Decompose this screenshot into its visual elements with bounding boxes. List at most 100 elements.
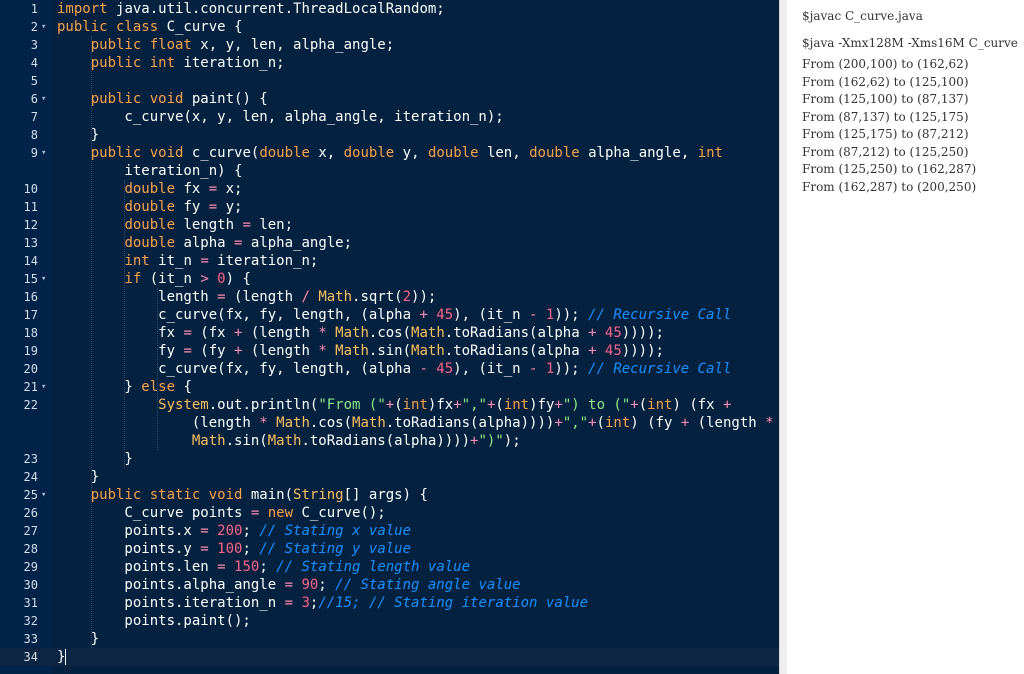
code-token: (length	[250, 343, 319, 359]
code-token: len;	[259, 217, 294, 233]
code-line[interactable]: 7 c_curve(x, y, len, alpha_angle, iterat…	[0, 108, 779, 126]
code-line[interactable]: 27 points.x = 200; // Stating x value	[0, 522, 779, 540]
line-number: 19	[23, 344, 38, 358]
line-number: 10	[23, 182, 38, 196]
fold-toggle-icon[interactable]: ▾	[41, 18, 46, 36]
code-token: //15; // Stating iteration value	[318, 595, 589, 611]
code-line[interactable]: 14 int it_n = iteration_n;	[0, 252, 779, 270]
fold-toggle-icon[interactable]: ▾	[41, 90, 46, 108]
output-line: From (162,287) to (200,250)	[802, 179, 977, 194]
code-line[interactable]: 18 fx = (fx + (length * Math.cos(Math.to…	[0, 324, 779, 342]
line-number: 14	[23, 254, 38, 268]
code-line[interactable]: 10 double fx = x;	[0, 180, 779, 198]
code-token: ;	[259, 559, 277, 575]
line-number: 8	[30, 128, 38, 142]
code-line[interactable]: 21 ▾ } else {	[0, 378, 779, 396]
code-line[interactable]: 23 }	[0, 450, 779, 468]
code-line[interactable]: 20 c_curve(fx, fy, length, (alpha - 45),…	[0, 360, 779, 378]
code-token: points.x	[57, 523, 201, 539]
code-text: C_curve points = new C_curve();	[57, 504, 385, 522]
code-line[interactable]: 19 fy = (fy + (length * Math.sin(Math.to…	[0, 342, 779, 360]
code-line[interactable]: 25 ▾ public static void main(String[] arg…	[0, 486, 779, 504]
code-token: (	[495, 397, 504, 413]
line-number: 29	[23, 560, 38, 574]
code-text: c_curve(x, y, len, alpha_angle, iteratio…	[57, 108, 503, 126]
code-line[interactable]: 30 points.alpha_angle = 90; // Stating a…	[0, 576, 779, 594]
fold-toggle-icon[interactable]: ▾	[41, 378, 46, 396]
code-token: =	[284, 577, 302, 593]
code-token: );	[503, 433, 521, 449]
code-token: +	[419, 307, 437, 323]
line-number: 6	[30, 92, 38, 106]
code-token: )fx	[427, 397, 454, 413]
code-line[interactable]: 9 ▾ public void c_curve(double x, double …	[0, 144, 779, 162]
code-line[interactable]: 6 ▾ public void paint() {	[0, 90, 779, 108]
code-editor[interactable]: 1 import java.util.concurrent.ThreadLocal…	[0, 0, 779, 674]
code-line[interactable]: 29 points.len = 150; // Stating length v…	[0, 558, 779, 576]
code-token: fx	[57, 325, 184, 341]
code-line[interactable]: (length * Math.cos(Math.toRadians(alpha)…	[0, 414, 779, 432]
code-text: points.alpha_angle = 90; // Stating angl…	[57, 576, 520, 594]
line-number: 13	[23, 236, 38, 250]
line-number: 18	[23, 326, 38, 340]
code-token: -	[529, 307, 546, 323]
code-line[interactable]: 12 double length = len;	[0, 216, 779, 234]
code-line[interactable]: 3 public float x, y, len, alpha_angle;	[0, 36, 779, 54]
code-token: *	[318, 325, 336, 341]
fold-toggle-icon[interactable]: ▾	[41, 270, 46, 288]
code-line[interactable]: 24 }	[0, 468, 779, 486]
code-line[interactable]: 22 System.out.println("From ("+(int)fx+"…	[0, 396, 779, 414]
code-text: double length = len;	[57, 216, 293, 234]
code-line[interactable]: 11 double fy = y;	[0, 198, 779, 216]
code-line[interactable]: 31 points.iteration_n = 3;//15; // Stati…	[0, 594, 779, 612]
code-token: =	[217, 559, 235, 575]
code-line[interactable]: 34}	[0, 648, 779, 666]
fold-toggle-icon[interactable]: ▾	[41, 144, 46, 162]
code-token: (length	[57, 415, 260, 431]
line-number: 20	[23, 362, 38, 376]
fold-toggle-icon[interactable]: ▾	[41, 486, 46, 504]
code-token: Math	[335, 325, 369, 341]
code-line[interactable]: iteration_n) {	[0, 162, 779, 180]
code-token: ","	[562, 415, 589, 431]
code-line[interactable]: 4 public int iteration_n;	[0, 54, 779, 72]
code-token: 45	[604, 325, 622, 341]
code-token: )fy	[529, 397, 555, 413]
code-token: ))));	[621, 325, 664, 341]
code-text: if (it_n > 0) {	[57, 270, 250, 288]
line-number: 2	[30, 20, 38, 34]
code-token: ") to ("	[562, 397, 631, 413]
code-line[interactable]: 8 }	[0, 126, 779, 144]
code-token: points.alpha_angle	[57, 577, 285, 593]
code-line[interactable]: 17 c_curve(fx, fy, length, (alpha + 45),…	[0, 306, 779, 324]
code-token: // Recursive Call	[579, 361, 732, 377]
code-token: points.iteration_n	[57, 595, 285, 611]
code-line[interactable]: 16 length = (length / Math.sqrt(2));	[0, 288, 779, 306]
code-line[interactable]: Math.sin(Math.toRadians(alpha))))+")");	[0, 432, 779, 450]
line-number: 34	[23, 650, 38, 664]
code-token: *	[259, 415, 277, 431]
code-line[interactable]: 26 C_curve points = new C_curve();	[0, 504, 779, 522]
code-line[interactable]: 28 points.y = 100; // Stating y value	[0, 540, 779, 558]
code-line[interactable]: 15 ▾ if (it_n > 0) {	[0, 270, 779, 288]
code-text: fx = (fx + (length * Math.cos(Math.toRad…	[57, 324, 664, 342]
line-number: 7	[30, 110, 38, 124]
code-token: public void	[90, 145, 192, 161]
code-token: 100	[217, 541, 243, 557]
code-token: public int	[90, 55, 184, 71]
code-line[interactable]: 13 double alpha = alpha_angle;	[0, 234, 779, 252]
code-line[interactable]: 33 }	[0, 630, 779, 648]
line-number: 16	[23, 290, 38, 304]
code-line[interactable]: 5	[0, 72, 779, 90]
code-line[interactable]: 2 ▾ public class C_curve {	[0, 18, 779, 36]
code-text: System.out.println("From ("+(int)fx+","+…	[57, 396, 731, 414]
panel-divider[interactable]	[779, 0, 787, 674]
code-token: // Recursive Call	[579, 307, 732, 323]
code-token: +	[554, 415, 563, 431]
code-line[interactable]: 1 import java.util.concurrent.ThreadLocal…	[0, 0, 779, 18]
code-line[interactable]: 32 points.paint();	[0, 612, 779, 630]
code-token: ;	[242, 541, 260, 557]
code-token: x, y, len, alpha_angle;	[200, 37, 395, 53]
code-token: fx	[183, 181, 209, 197]
